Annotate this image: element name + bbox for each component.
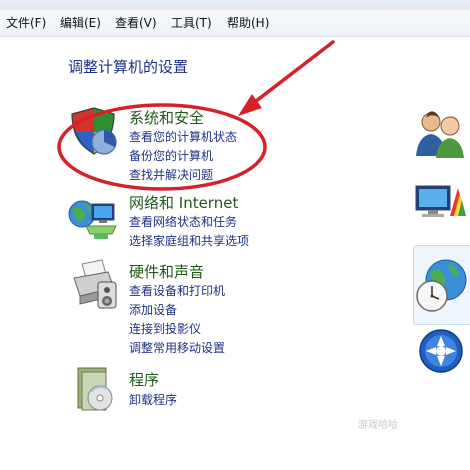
menu-bar: 文件(F) 编辑(E) 查看(V) 工具(T) 帮助(H) bbox=[0, 10, 470, 37]
category-title-hardware-sound[interactable]: 硬件和声音 bbox=[129, 261, 204, 282]
page-title: 调整计算机的设置 bbox=[68, 58, 189, 76]
menu-tools[interactable]: 工具(T) bbox=[171, 15, 212, 31]
network-icon[interactable] bbox=[66, 194, 122, 246]
appearance-icon[interactable] bbox=[414, 180, 466, 222]
link-mobility-settings[interactable]: 调整常用移动设置 bbox=[129, 339, 225, 356]
link-backup-computer[interactable]: 备份您的计算机 bbox=[129, 147, 213, 164]
user-accounts-icon[interactable] bbox=[414, 108, 466, 158]
watermark: 游戏哈哈 bbox=[358, 420, 398, 431]
link-connect-projector[interactable]: 连接到投影仪 bbox=[129, 320, 201, 337]
category-title-network-internet[interactable]: 网络和 Internet bbox=[129, 192, 238, 213]
link-view-network-status[interactable]: 查看网络状态和任务 bbox=[129, 213, 237, 230]
red-arrow-head bbox=[238, 94, 262, 116]
printer-icon[interactable] bbox=[68, 258, 122, 312]
link-find-fix-problems[interactable]: 查找并解决问题 bbox=[129, 166, 213, 183]
ease-of-access-icon[interactable] bbox=[418, 328, 464, 374]
menu-edit[interactable]: 编辑(E) bbox=[60, 15, 101, 31]
menu-view[interactable]: 查看(V) bbox=[115, 15, 157, 31]
category-title-programs[interactable]: 程序 bbox=[129, 369, 159, 390]
clock-region-icon[interactable] bbox=[414, 258, 468, 314]
red-arrow-shaft bbox=[245, 40, 335, 110]
link-view-computer-status[interactable]: 查看您的计算机状态 bbox=[129, 128, 237, 145]
programs-icon[interactable] bbox=[70, 364, 122, 416]
link-uninstall-program[interactable]: 卸载程序 bbox=[129, 391, 177, 408]
category-title-system-security[interactable]: 系统和安全 bbox=[129, 107, 204, 128]
shield-icon[interactable] bbox=[68, 106, 120, 158]
menu-file[interactable]: 文件(F) bbox=[6, 15, 46, 31]
menu-help[interactable]: 帮助(H) bbox=[227, 15, 269, 31]
link-devices-printers[interactable]: 查看设备和打印机 bbox=[129, 282, 225, 299]
link-homegroup-sharing[interactable]: 选择家庭组和共享选项 bbox=[129, 232, 249, 249]
link-add-device[interactable]: 添加设备 bbox=[129, 301, 177, 318]
